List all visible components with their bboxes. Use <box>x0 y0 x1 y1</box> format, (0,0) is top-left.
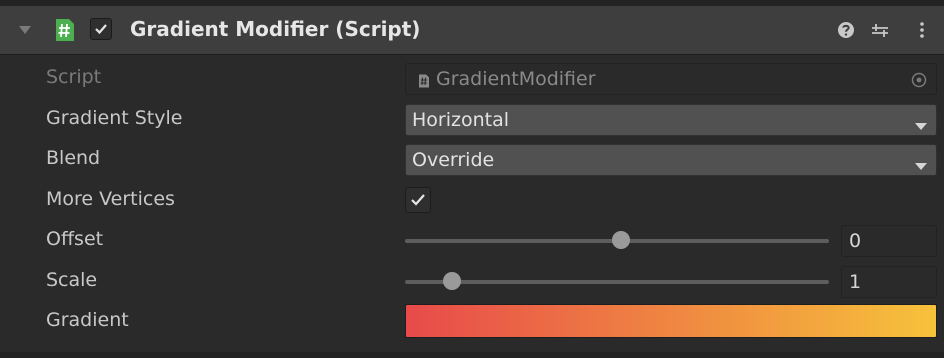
gradient-row: Gradient <box>0 302 944 342</box>
more-vertices-label: More Vertices <box>46 188 175 210</box>
scale-slider-handle[interactable] <box>442 272 461 290</box>
gradient-style-label: Gradient Style <box>46 107 183 129</box>
component-header[interactable]: Gradient Modifier (Script) <box>0 6 944 55</box>
scale-label: Scale <box>46 269 98 291</box>
offset-slider-handle[interactable] <box>612 231 631 249</box>
blend-value: Override <box>412 149 495 171</box>
offset-label: Offset <box>46 228 104 250</box>
blend-row: Blend Override <box>0 140 944 180</box>
kebab-menu-icon[interactable] <box>912 20 932 40</box>
component-title: Gradient Modifier (Script) <box>130 17 421 41</box>
script-file-icon <box>418 73 430 92</box>
blend-dropdown[interactable]: Override <box>405 144 937 176</box>
inspector-panel: Gradient Modifier (Script) Script Gradie… <box>0 0 944 358</box>
script-row: Script GradientModifier <box>0 59 944 99</box>
script-object-field: GradientModifier <box>405 63 937 95</box>
gradient-style-row: Gradient Style Horizontal <box>0 100 944 140</box>
gradient-label: Gradient <box>46 309 129 331</box>
preset-sliders-icon[interactable] <box>870 20 890 40</box>
component-enabled-checkbox[interactable] <box>90 18 112 40</box>
help-icon[interactable] <box>836 20 856 40</box>
dropdown-arrow-icon <box>914 116 928 135</box>
gradient-color-field[interactable] <box>405 304 937 338</box>
scale-slider-track[interactable] <box>405 280 829 284</box>
hash-script-icon <box>54 18 76 42</box>
bottom-border <box>0 352 944 358</box>
script-object-value: GradientModifier <box>436 68 596 90</box>
script-label: Script <box>46 66 102 88</box>
triangle-down-icon[interactable] <box>18 20 32 40</box>
scale-number-field[interactable]: 1 <box>841 266 937 298</box>
scale-row: Scale 1 <box>0 262 944 302</box>
gradient-style-value: Horizontal <box>412 109 510 131</box>
gradient-style-dropdown[interactable]: Horizontal <box>405 104 937 136</box>
dropdown-arrow-icon <box>914 156 928 175</box>
offset-value: 0 <box>849 230 862 252</box>
offset-row: Offset 0 <box>0 221 944 261</box>
more-vertices-row: More Vertices <box>0 181 944 221</box>
scale-value: 1 <box>849 271 862 293</box>
more-vertices-checkbox[interactable] <box>405 187 431 213</box>
object-picker-icon <box>910 71 928 93</box>
blend-label: Blend <box>46 147 101 169</box>
offset-number-field[interactable]: 0 <box>841 225 937 257</box>
